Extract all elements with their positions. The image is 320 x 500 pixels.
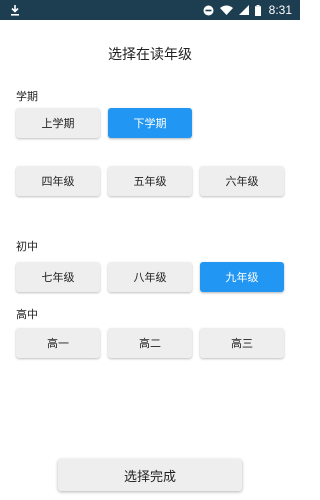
grade-8-button[interactable]: 八年级	[108, 262, 192, 292]
page-title: 选择在读年级	[108, 47, 192, 63]
senior-school-label: 高中	[16, 308, 38, 321]
status-time: 8:31	[268, 3, 292, 17]
grade-7-button[interactable]: 七年级	[16, 262, 100, 292]
first-semester-button[interactable]: 上学期	[16, 108, 100, 138]
second-semester-button[interactable]: 下学期	[108, 108, 192, 138]
download-icon	[10, 4, 20, 16]
grade-4-button[interactable]: 四年级	[16, 166, 100, 196]
grade-5-button[interactable]: 五年级	[108, 166, 192, 196]
grade-9-button[interactable]: 九年级	[200, 262, 284, 292]
cell-signal-icon	[238, 5, 249, 15]
grade-6-button[interactable]: 六年级	[200, 166, 284, 196]
senior-2-button[interactable]: 高二	[108, 328, 192, 358]
senior-1-button[interactable]: 高一	[16, 328, 100, 358]
battery-icon	[254, 4, 261, 16]
senior-3-button[interactable]: 高三	[200, 328, 284, 358]
wifi-icon	[219, 5, 233, 15]
done-button[interactable]: 选择完成	[58, 459, 242, 491]
do-not-disturb-icon	[203, 5, 214, 16]
status-bar: 8:31	[0, 0, 300, 20]
junior-school-label: 初中	[16, 240, 38, 253]
semester-label: 学期	[16, 90, 38, 103]
